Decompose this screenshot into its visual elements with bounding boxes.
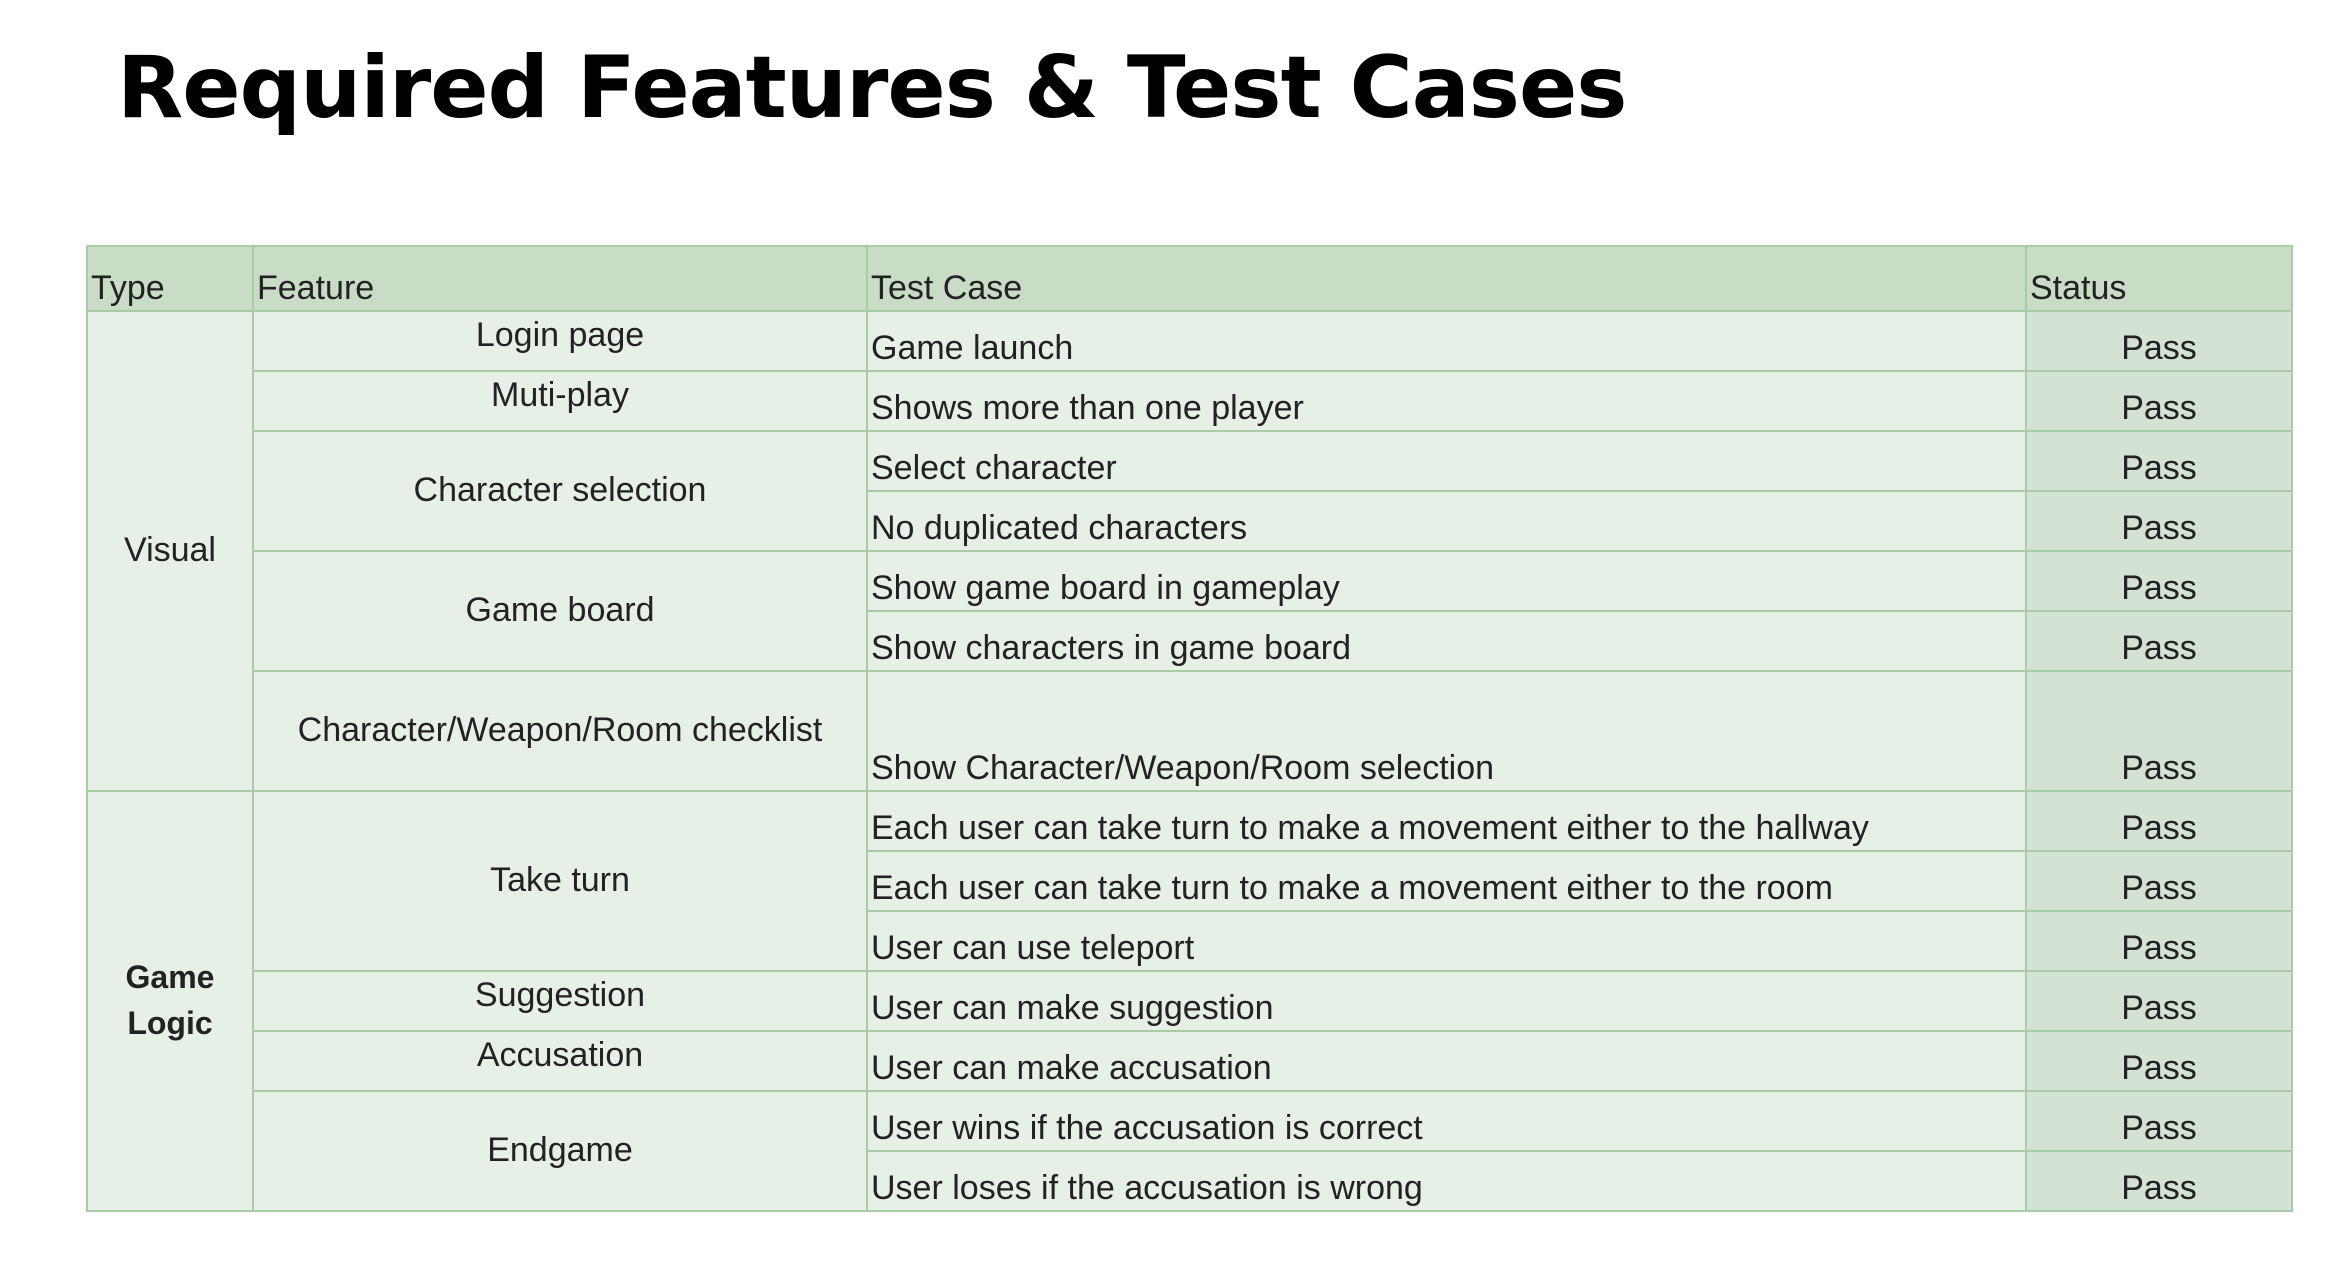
feature-cell: Login page: [252, 310, 868, 372]
status-cell: Pass: [2025, 430, 2293, 492]
status-cell: Pass: [2025, 910, 2293, 972]
status-cell: Pass: [2025, 610, 2293, 672]
header-test-case: Test Case: [866, 245, 2027, 312]
table-header-row: Type Feature Test Case Status: [86, 245, 2293, 312]
status-cell: Pass: [2025, 790, 2293, 852]
table-row: Muti-play Shows more than one player Pas…: [87, 370, 2293, 432]
status-cell: Pass: [2025, 550, 2293, 612]
feature-cell: Accusation: [252, 1030, 868, 1092]
header-feature: Feature: [252, 245, 868, 312]
test-case-cell: Show characters in game board: [866, 610, 2027, 672]
type-cell-visual: Visual: [86, 310, 254, 792]
test-case-cell: User loses if the accusation is wrong: [866, 1150, 2027, 1212]
test-case-cell: Each user can take turn to make a moveme…: [866, 790, 2027, 852]
feature-cell: Suggestion: [252, 970, 868, 1032]
test-case-cell: Game launch: [866, 310, 2027, 372]
page-title: Required Features & Test Cases: [117, 38, 1627, 138]
test-case-cell: User can make accusation: [866, 1030, 2027, 1092]
feature-cell: Take turn: [252, 790, 868, 972]
table-row: Endgame User wins if the accusation is c…: [87, 1090, 2293, 1212]
test-case-table: Type Feature Test Case Status Visual Log…: [86, 245, 2293, 1212]
type-cell-game-logic: Game Logic: [86, 790, 254, 1212]
table-row: Visual Login page Game launch Pass: [86, 310, 2293, 792]
test-case-cell: Show Character/Weapon/Room selection: [866, 670, 2027, 792]
status-cell: Pass: [2025, 1150, 2293, 1212]
status-cell: Pass: [2025, 310, 2293, 372]
feature-cell: Character/Weapon/Room checklist: [252, 670, 868, 792]
table-row: Character/Weapon/Room checklist Show Cha…: [87, 670, 2293, 792]
test-case-cell: User can make suggestion: [866, 970, 2027, 1032]
table-row: Accusation User can make accusation Pass: [87, 1030, 2293, 1092]
test-case-cell: Shows more than one player: [866, 370, 2027, 432]
test-case-cell: No duplicated characters: [866, 490, 2027, 552]
table-row: Character selection Select character Pas…: [87, 430, 2293, 552]
status-cell: Pass: [2025, 370, 2293, 432]
test-case-cell: Show game board in gameplay: [866, 550, 2027, 612]
status-cell: Pass: [2025, 670, 2293, 792]
test-case-cell: Each user can take turn to make a moveme…: [866, 850, 2027, 912]
table-row: Suggestion User can make suggestion Pass: [87, 970, 2293, 1032]
feature-cell: Muti-play: [252, 370, 868, 432]
test-case-cell: User wins if the accusation is correct: [866, 1090, 2027, 1152]
header-status: Status: [2025, 245, 2293, 312]
status-cell: Pass: [2025, 850, 2293, 912]
test-case-cell: Select character: [866, 430, 2027, 492]
status-cell: Pass: [2025, 1090, 2293, 1152]
feature-cell: Game board: [252, 550, 868, 672]
test-case-cell: User can use teleport: [866, 910, 2027, 972]
table-row: Game board Show game board in gameplay P…: [87, 550, 2293, 672]
status-cell: Pass: [2025, 490, 2293, 552]
header-type: Type: [86, 245, 254, 312]
table-row: Game Logic Take turn Each user can take …: [86, 790, 2293, 1212]
feature-cell: Endgame: [252, 1090, 868, 1212]
status-cell: Pass: [2025, 1030, 2293, 1092]
status-cell: Pass: [2025, 970, 2293, 1032]
feature-cell: Character selection: [252, 430, 868, 552]
